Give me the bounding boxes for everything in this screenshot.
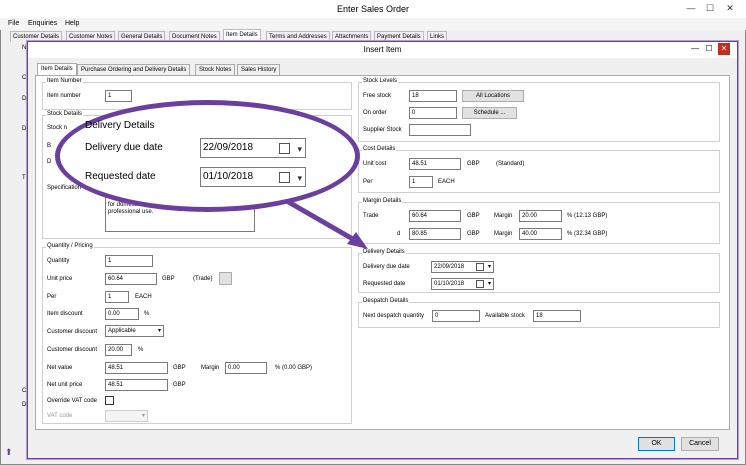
callout-arrow (282, 197, 368, 249)
chevron-down-icon: ▾ (297, 144, 302, 154)
zoom-requested-date-value: 01/10/2018 (203, 171, 254, 182)
zoom-requested-label: Requested date (85, 171, 156, 182)
calendar-icon (279, 143, 290, 154)
calendar-icon (279, 172, 290, 183)
zoom-requested-date-picker: 01/10/2018 ▾ (200, 167, 306, 187)
zoom-due-date-value: 22/09/2018 (203, 142, 254, 153)
zoom-group-label: Delivery Details (85, 120, 155, 131)
chevron-down-icon: ▾ (297, 173, 302, 183)
zoom-due-date-picker: 22/09/2018 ▾ (200, 138, 306, 158)
zoom-due-label: Delivery due date (85, 142, 163, 153)
